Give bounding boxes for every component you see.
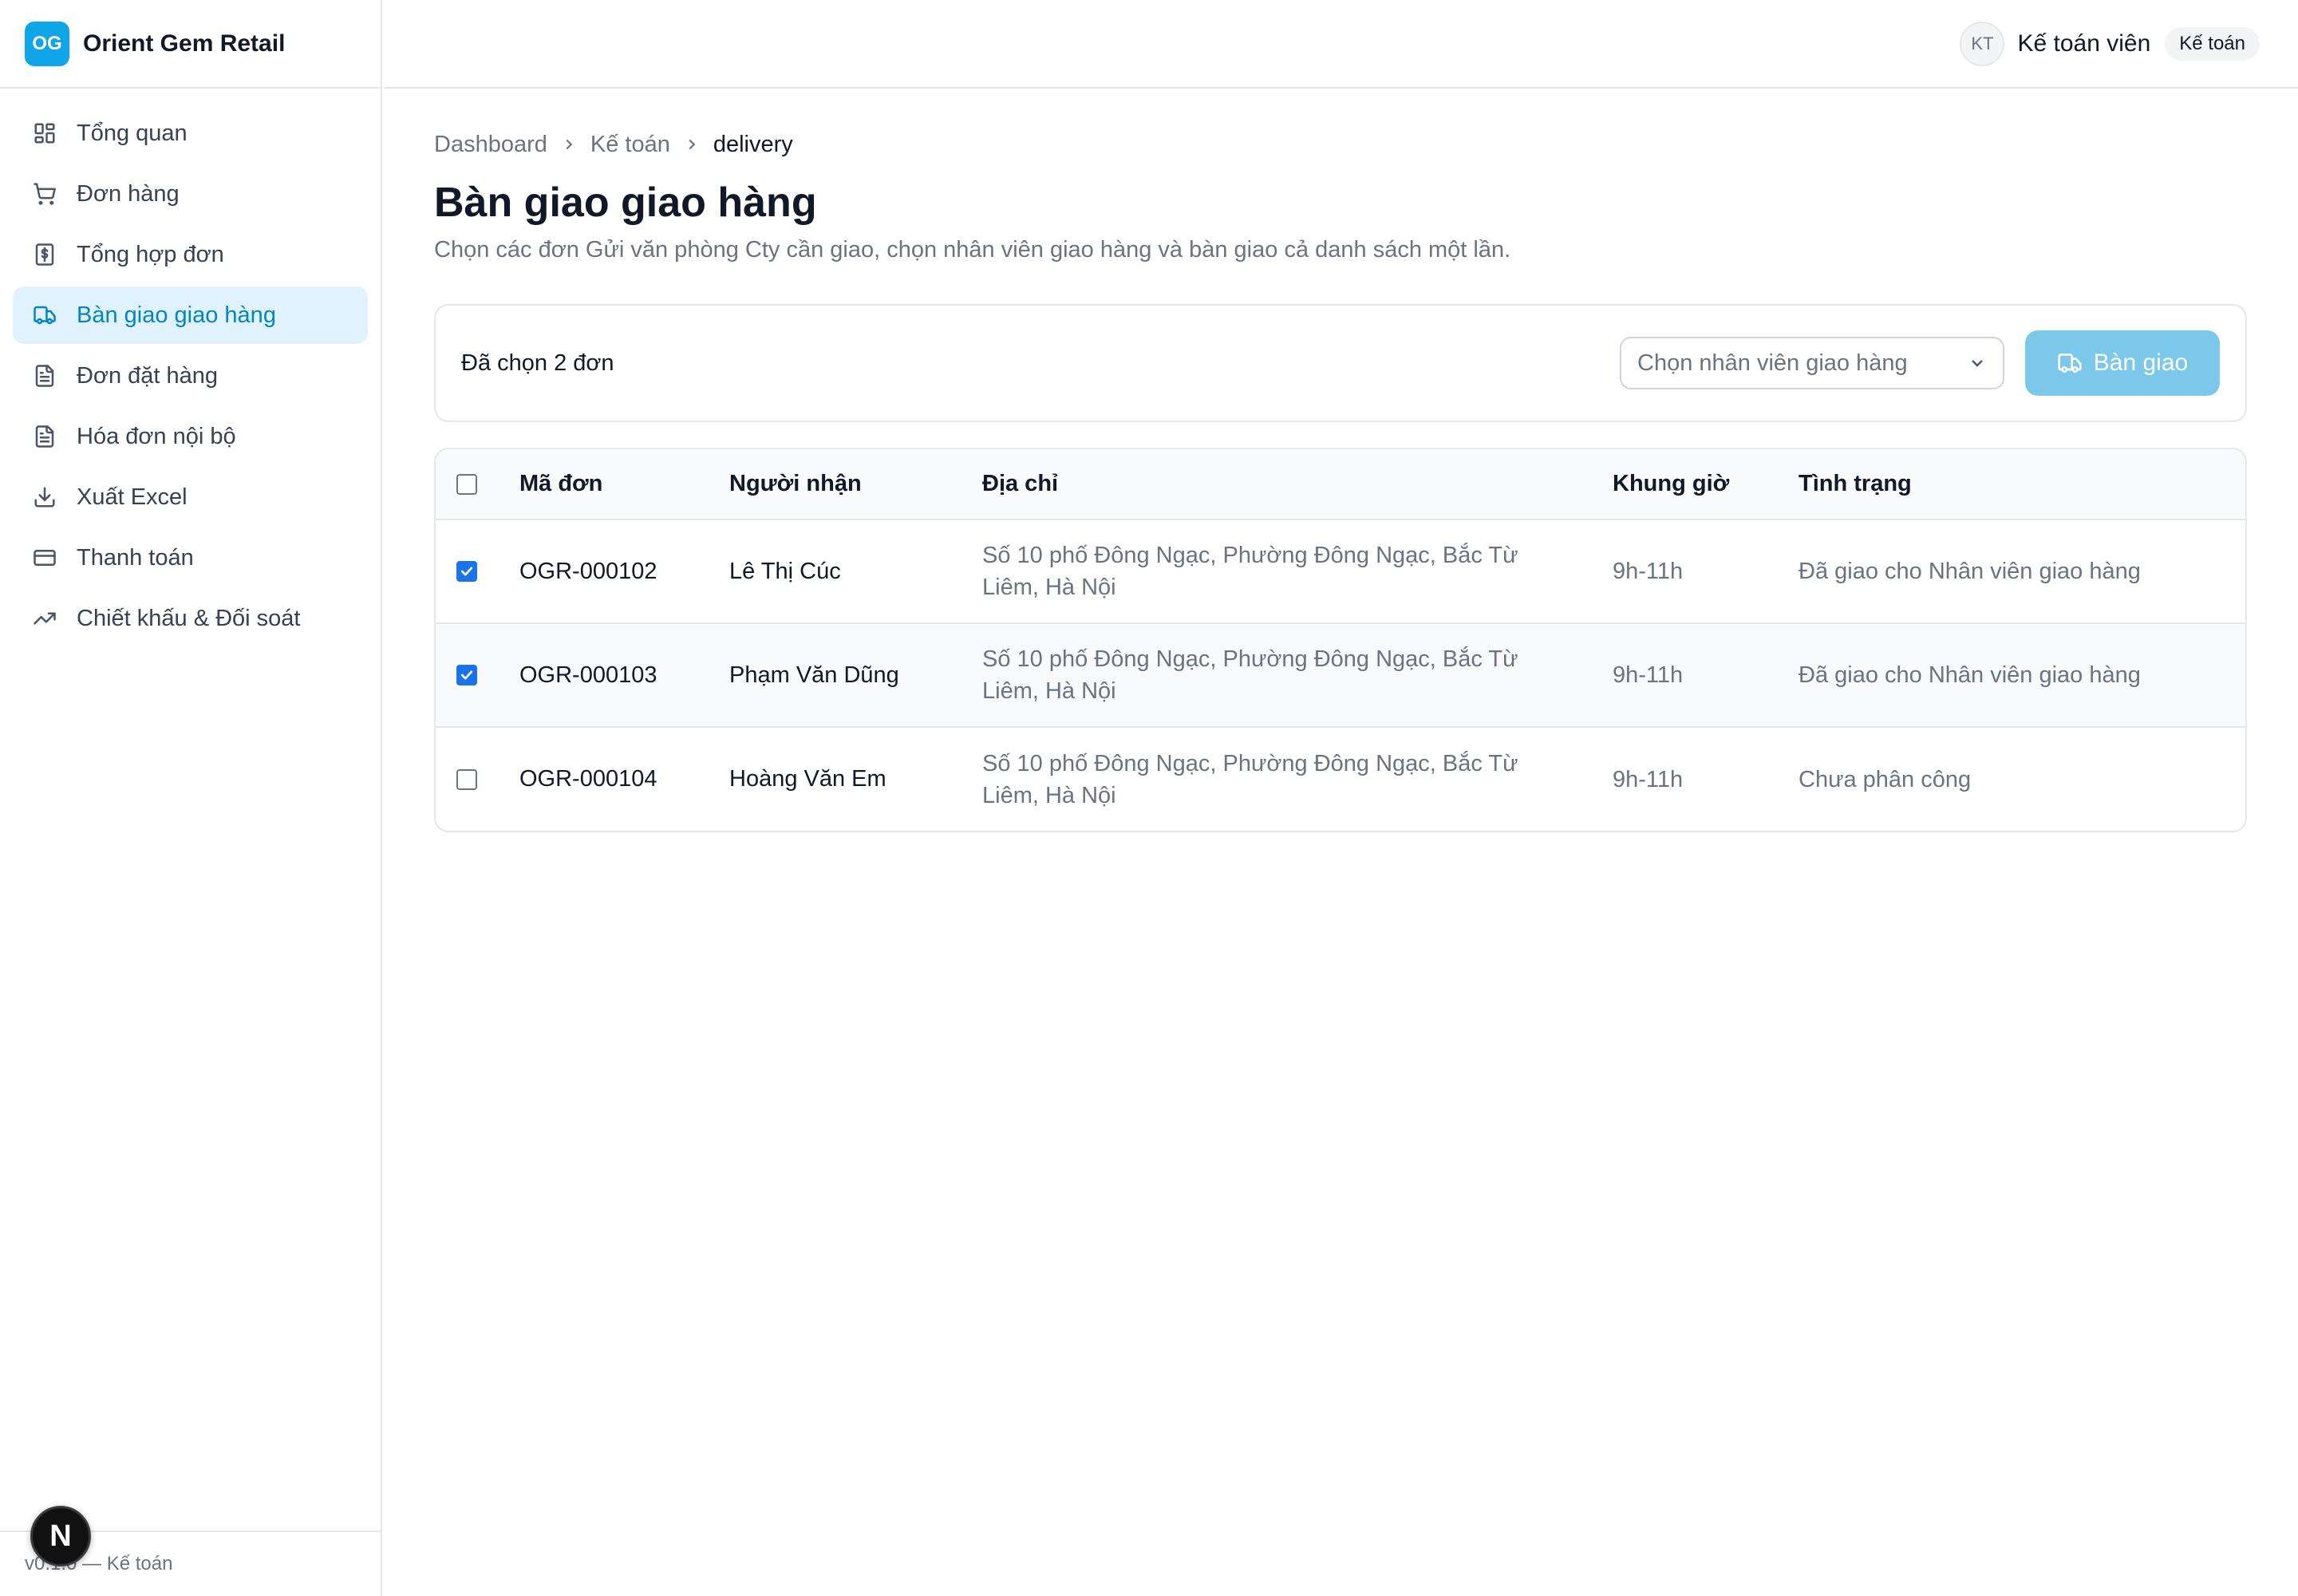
status: Chưa phân công: [1799, 766, 1972, 792]
time-slot: 9h-11h: [1613, 766, 1684, 792]
shipper-select[interactable]: Chọn nhân viên giao hàng: [1620, 337, 2004, 389]
chevron-right-icon: [683, 136, 701, 153]
orders-table: Mã đơn Người nhận Địa chỉ Khung giờ Tình…: [436, 449, 2245, 831]
truck-icon: [2058, 354, 2082, 373]
breadcrumb: Dashboard Kế toán delivery: [434, 128, 2247, 160]
recipient-name: Phạm Văn Dũng: [729, 623, 982, 728]
main-content: Dashboard Kế toán delivery Bàn giao giao…: [434, 89, 2247, 832]
card-icon: [32, 545, 57, 571]
sidebar-item-label: Tổng hợp đơn: [77, 241, 224, 267]
order-code: OGR-000103: [519, 623, 729, 728]
orders-table-card: Mã đơn Người nhận Địa chỉ Khung giờ Tình…: [434, 448, 2247, 832]
header-select-cell: [436, 449, 519, 520]
handover-button[interactable]: Bàn giao: [2025, 330, 2220, 396]
brand-logo: OG: [25, 21, 69, 66]
recipient-name: Lê Thị Cúc: [729, 519, 982, 624]
row-select-cell: [436, 519, 519, 624]
table-row[interactable]: OGR-000104 Hoàng Văn Em Số 10 phố Đông N…: [436, 727, 2245, 831]
sidebar-item-internal-invoices[interactable]: Hóa đơn nội bộ: [13, 408, 368, 465]
document-icon: [32, 424, 57, 449]
column-header: Người nhận: [729, 449, 982, 520]
chevron-right-icon: [560, 136, 578, 153]
document-icon: [32, 363, 57, 389]
role-badge: Kế toán: [2165, 26, 2260, 61]
selected-count: Đã chọn 2 đơn: [461, 350, 614, 376]
sidebar-nav: Tổng quan Đơn hàng Tổng hợp đơn Bàn giao…: [0, 89, 381, 647]
sidebar-item-orders[interactable]: Đơn hàng: [13, 165, 368, 223]
dashboard-icon: [32, 120, 57, 146]
sidebar-item-label: Đơn hàng: [77, 180, 180, 207]
order-code: OGR-000102: [519, 519, 729, 624]
sidebar-item-label: Tổng quan: [77, 120, 188, 146]
row-checkbox[interactable]: [456, 561, 477, 582]
table-header-row: Mã đơn Người nhận Địa chỉ Khung giờ Tình…: [436, 449, 2245, 520]
brand-name: Orient Gem Retail: [83, 30, 286, 57]
trend-icon: [32, 606, 57, 631]
user-name: Kế toán viên: [2017, 30, 2151, 57]
time-slot: 9h-11h: [1613, 519, 1799, 624]
chevron-down-icon: [1972, 360, 1983, 367]
column-header: Mã đơn: [519, 449, 729, 520]
sidebar-item-label: Xuất Excel: [77, 484, 188, 510]
page-title: Bàn giao giao hàng: [434, 180, 817, 226]
nextjs-dev-badge[interactable]: N: [30, 1506, 91, 1566]
address: Số 10 phố Đông Ngạc, Phường Đông Ngạc, B…: [982, 750, 1518, 808]
order-code: OGR-000104: [519, 766, 657, 792]
download-icon: [32, 484, 57, 510]
status: Đã giao cho Nhân viên giao hàng: [1799, 623, 2245, 728]
sidebar-item-payments[interactable]: Thanh toán: [13, 529, 368, 587]
sidebar-item-label: Hóa đơn nội bộ: [77, 423, 236, 449]
breadcrumb-current: delivery: [713, 131, 793, 157]
check-icon: [460, 567, 473, 576]
sidebar-item-purchase-orders[interactable]: Đơn đặt hàng: [13, 347, 368, 405]
cart-icon: [32, 181, 57, 207]
row-select-cell: [436, 623, 519, 728]
column-header: Tình trạng: [1799, 449, 2245, 520]
address: Số 10 phố Đông Ngạc, Phường Đông Ngạc, B…: [982, 623, 1613, 728]
row-checkbox[interactable]: [456, 665, 477, 685]
time-slot: 9h-11h: [1613, 623, 1799, 728]
avatar[interactable]: KT: [1960, 21, 2005, 66]
sidebar: OG Orient Gem Retail Tổng quan Đơn hàng …: [0, 0, 382, 1596]
brand[interactable]: OG Orient Gem Retail: [0, 0, 381, 89]
sidebar-item-label: Thanh toán: [77, 544, 194, 571]
select-all-checkbox[interactable]: [456, 473, 477, 495]
status: Đã giao cho Nhân viên giao hàng: [1799, 519, 2245, 624]
column-header: Địa chỉ: [982, 449, 1613, 520]
breadcrumb-accounting[interactable]: Kế toán: [590, 132, 670, 158]
receipt-icon: [32, 242, 57, 267]
action-controls: Chọn nhân viên giao hàng Bàn giao: [1620, 330, 2220, 396]
sidebar-item-overview[interactable]: Tổng quan: [13, 105, 368, 162]
sidebar-item-label: Chiết khấu & Đối soát: [77, 605, 301, 631]
column-header: Khung giờ: [1613, 449, 1799, 520]
sidebar-item-delivery-handover[interactable]: Bàn giao giao hàng: [13, 286, 368, 344]
address: Số 10 phố Đông Ngạc, Phường Đông Ngạc, B…: [982, 519, 1613, 624]
sidebar-item-label: Đơn đặt hàng: [77, 362, 219, 389]
sidebar-item-discounts-reconciliation[interactable]: Chiết khấu & Đối soát: [13, 590, 368, 647]
handover-button-label: Bàn giao: [2093, 350, 2189, 376]
row-select-cell: [436, 727, 519, 831]
sidebar-item-export-excel[interactable]: Xuất Excel: [13, 468, 368, 526]
row-checkbox[interactable]: [456, 768, 477, 790]
table-row[interactable]: OGR-000103 Phạm Văn Dũng Số 10 phố Đông …: [436, 623, 2245, 728]
recipient-name: Hoàng Văn Em: [729, 766, 886, 792]
check-icon: [460, 670, 473, 680]
sidebar-item-order-summary[interactable]: Tổng hợp đơn: [13, 226, 368, 283]
breadcrumb-dashboard[interactable]: Dashboard: [434, 132, 547, 158]
topbar: KT Kế toán viên Kế toán: [384, 0, 2298, 89]
sidebar-item-label: Bàn giao giao hàng: [77, 302, 276, 328]
truck-icon: [32, 302, 57, 328]
page-description: Chọn các đơn Gửi văn phòng Cty cần giao,…: [434, 237, 1511, 263]
handover-action-bar: Đã chọn 2 đơn Chọn nhân viên giao hàng B…: [434, 304, 2247, 422]
shipper-select-placeholder: Chọn nhân viên giao hàng: [1637, 350, 1908, 376]
table-row[interactable]: OGR-000102 Lê Thị Cúc Số 10 phố Đông Ngạ…: [436, 519, 2245, 624]
